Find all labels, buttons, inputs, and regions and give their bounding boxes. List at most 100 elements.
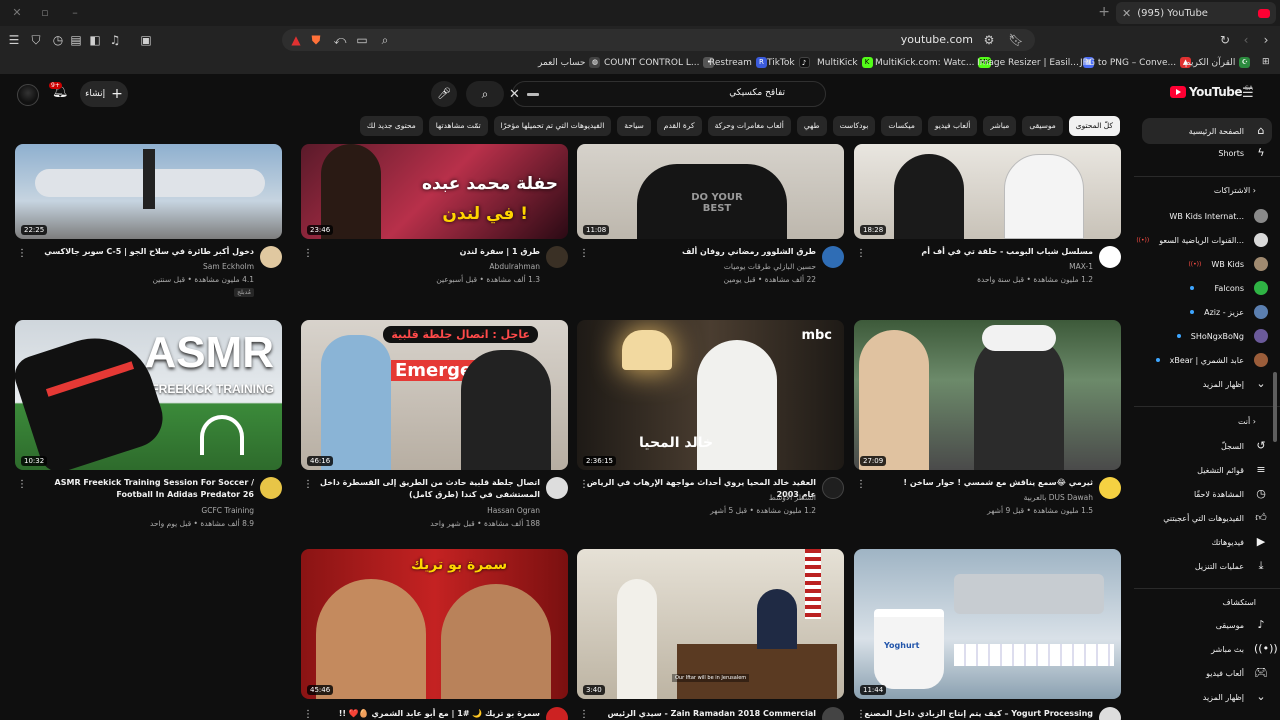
channel-name[interactable]: MAX-1 <box>863 262 1093 271</box>
video-card[interactable]: ASMR FREEKICK TRAINING 10:32 ⋮ ASMR Free… <box>15 320 282 535</box>
video-thumbnail[interactable]: Yoghurt 11:44 <box>854 549 1121 699</box>
video-thumbnail[interactable]: 22:25 <box>15 144 282 239</box>
page-scrollbar[interactable] <box>1273 372 1277 442</box>
reader-mode-icon[interactable]: ⤺ <box>332 32 348 48</box>
sidebar-item-shorts[interactable]: Shorts ϟ <box>1218 142 1268 164</box>
channel-avatar[interactable] <box>1099 477 1121 499</box>
chip[interactable]: موسيقى <box>1022 116 1063 136</box>
video-title[interactable]: سمرة بو تريك 🌙 #1 | مع أبو عابد الشمري 🥚… <box>310 708 540 720</box>
brave-shields-icon[interactable]: ⛊ <box>308 32 324 48</box>
video-title[interactable]: ثيرمي 😂سمع يناقش مع شمسي ! حوار ساخن ! <box>863 477 1093 489</box>
sidebar-item-subscription[interactable]: SHoNgxBoNg <box>1176 325 1268 347</box>
chip[interactable]: الفيديوهات التي تم تحميلها مؤخرًا <box>493 116 612 136</box>
channel-name[interactable]: حسين البازلي طرقات يوميات <box>586 262 816 271</box>
sidebar-item-playlists[interactable]: قوائم التشغيل ≡ <box>1197 459 1268 481</box>
channel-avatar[interactable] <box>546 707 568 720</box>
video-card[interactable]: Our Iftar will be in Jerusalem 3:40 ⋮ Za… <box>577 549 844 720</box>
sidebar-item-subscription[interactable]: Falcons <box>1190 277 1268 299</box>
video-thumbnail[interactable]: عاجل : اتصال جلطة قلبية Emergency 46:16 <box>301 320 568 470</box>
create-button[interactable]: إنشاء + <box>80 81 128 107</box>
close-window-icon[interactable]: – <box>66 4 84 22</box>
chip[interactable]: طهي <box>796 116 827 136</box>
chip[interactable]: محتوى جديد لك <box>359 116 423 136</box>
channel-avatar[interactable] <box>260 246 282 268</box>
chip[interactable]: تمّت مشاهدتها <box>428 116 488 136</box>
sidebar-item-subscription[interactable]: WB Kids Internat... <box>1169 205 1268 227</box>
video-thumbnail[interactable]: 27:09 <box>854 320 1121 470</box>
site-settings-icon[interactable]: ⚙ <box>981 32 997 48</box>
video-title[interactable]: دخول أكبر طائرة في سلاح الجو | C-5 سوبر … <box>24 246 254 258</box>
bookmark-item[interactable]: حساب العمر ◍ <box>538 57 601 68</box>
video-thumbnail[interactable]: mbc خالد المحيا 2:36:15 <box>577 320 844 470</box>
cast-icon[interactable]: ▭ <box>354 32 370 48</box>
search-input[interactable]: ✕ تفاقح مكسيكي <box>509 81 826 107</box>
maximize-window-icon[interactable]: ▫ <box>36 4 54 22</box>
chip[interactable]: كلّ المحتوى <box>1068 116 1120 136</box>
sidebar-item-your-videos[interactable]: فيديوهاتك ▶ <box>1212 531 1268 553</box>
minimize-window-icon[interactable]: ✕ <box>8 4 26 22</box>
chip[interactable]: بودكاست <box>832 116 876 136</box>
video-card[interactable]: DO YOUR BEST 11:08 ⋮ طرق الشلوور رمضاني … <box>577 144 844 304</box>
sidebar-item-live[interactable]: بث مباشر ((•)) <box>1211 638 1278 660</box>
bookmark-item[interactable]: JPG to PNG – Conve... ▲ <box>1080 57 1192 68</box>
guide-menu-icon[interactable]: ☰ <box>1242 86 1254 101</box>
channel-name[interactable]: السطر الأوسط <box>586 493 816 502</box>
forward-icon[interactable]: › <box>1258 32 1274 48</box>
bookmark-item[interactable]: MultiKick.com: Watc... MK <box>875 57 992 68</box>
back-icon[interactable]: ‹ <box>1238 32 1254 48</box>
avatar[interactable] <box>17 84 39 106</box>
sidebar-item-history[interactable]: السجلّ ↺ <box>1221 435 1268 457</box>
brave-rewards-icon[interactable]: ▲ <box>288 32 304 48</box>
sidebar-icon[interactable]: ◧ <box>87 32 103 48</box>
chip[interactable]: ألعاب مغامرات وحركة <box>707 116 791 136</box>
shield-icon[interactable]: ⛉ <box>28 32 44 48</box>
chip[interactable]: ميكسات <box>881 116 922 136</box>
video-card[interactable]: 22:25 ⋮ دخول أكبر طائرة في سلاح الجو | C… <box>15 144 282 304</box>
channel-name[interactable]: Abdulrahman <box>310 262 540 271</box>
video-title[interactable]: Yogurt Processing – كيف يتم إنتاج الزباد… <box>863 708 1093 720</box>
sidebar-show-more[interactable]: إظهار المزيد ⌄ <box>1203 373 1268 395</box>
video-title[interactable]: طرق 1 | سفرة لندن <box>310 246 540 258</box>
channel-name[interactable]: GCFC Training <box>24 506 254 515</box>
video-card[interactable]: 27:09 ⋮ ثيرمي 😂سمع يناقش مع شمسي ! حوار … <box>854 320 1121 535</box>
bookmark-item[interactable]: MultiKick K <box>817 57 873 68</box>
channel-name[interactable]: DUS Dawah بالعربية <box>863 493 1093 502</box>
sidebar-item-liked[interactable]: الفيديوهات التي أعجبتني 👍︎ <box>1163 507 1268 529</box>
video-card[interactable]: عاجل : اتصال جلطة قلبية Emergency 46:16 … <box>301 320 568 535</box>
channel-avatar[interactable] <box>822 477 844 499</box>
chip[interactable]: كرة القدم <box>656 116 702 136</box>
subscriptions-heading[interactable]: الاشتراكات › <box>1214 186 1256 195</box>
voice-search-icon[interactable]: 🎤︎ <box>431 81 457 107</box>
video-card[interactable]: 18:28 ⋮ مسلسل شباب البومب - حلقة تي في أ… <box>854 144 1121 304</box>
video-title[interactable]: Zain Ramadan 2018 Commercial - سيدي الرئ… <box>586 708 816 720</box>
video-title[interactable]: مسلسل شباب البومب - حلقة تي في أف أم <box>863 246 1093 258</box>
sidebar-item-downloads[interactable]: عمليات التنزيل ⤓ <box>1195 555 1268 577</box>
sidebar-item-gaming[interactable]: ألعاب فيديو 🎮︎ <box>1206 662 1268 684</box>
sidebar-item-watch-later[interactable]: المشاهدة لاحقًا ◷ <box>1194 483 1268 505</box>
video-thumbnail[interactable]: DO YOUR BEST 11:08 <box>577 144 844 239</box>
channel-avatar[interactable] <box>1099 707 1121 720</box>
channel-avatar[interactable] <box>546 246 568 268</box>
history-icon[interactable]: ◷ <box>50 32 66 48</box>
channel-avatar[interactable] <box>822 246 844 268</box>
video-title[interactable]: ASMR Freekick Training Session For Socce… <box>24 477 254 501</box>
menu-icon[interactable]: ☰ <box>6 32 22 48</box>
bookmark-item[interactable]: القرآن الكريم ☪ <box>1185 57 1251 68</box>
bookmark-item[interactable]: COUNT CONTROL L... • <box>604 57 715 68</box>
video-card[interactable]: mbc خالد المحيا 2:36:15 ⋮ العقيد خالد ال… <box>577 320 844 535</box>
video-title[interactable]: طرق الشلوور رمضاني روفان ألف <box>586 246 816 258</box>
channel-avatar[interactable] <box>1099 246 1121 268</box>
video-thumbnail[interactable]: سمرة بو تريك 45:46 <box>301 549 568 699</box>
wallet-icon[interactable]: ▤ <box>68 32 84 48</box>
sidebar-item-home[interactable]: الصفحة الرئيسية ⌂ <box>1142 118 1272 144</box>
channel-avatar[interactable] <box>546 477 568 499</box>
keyboard-icon[interactable] <box>527 93 539 96</box>
bookmarks-grid-icon[interactable]: ⊞ <box>1262 57 1270 67</box>
video-thumbnail[interactable]: ASMR FREEKICK TRAINING 10:32 <box>15 320 282 470</box>
search-icon[interactable]: ⌕ <box>377 32 393 48</box>
clear-search-icon[interactable]: ✕ <box>509 87 520 102</box>
sidebar-item-subscription[interactable]: xBear | عابد الشمري <box>1155 349 1268 371</box>
new-tab-icon[interactable]: + <box>1098 4 1110 20</box>
tab-manager-icon[interactable]: ▣ <box>138 32 154 48</box>
video-thumbnail[interactable]: حفلة محمد عبده في لندن ! 23:46 <box>301 144 568 239</box>
